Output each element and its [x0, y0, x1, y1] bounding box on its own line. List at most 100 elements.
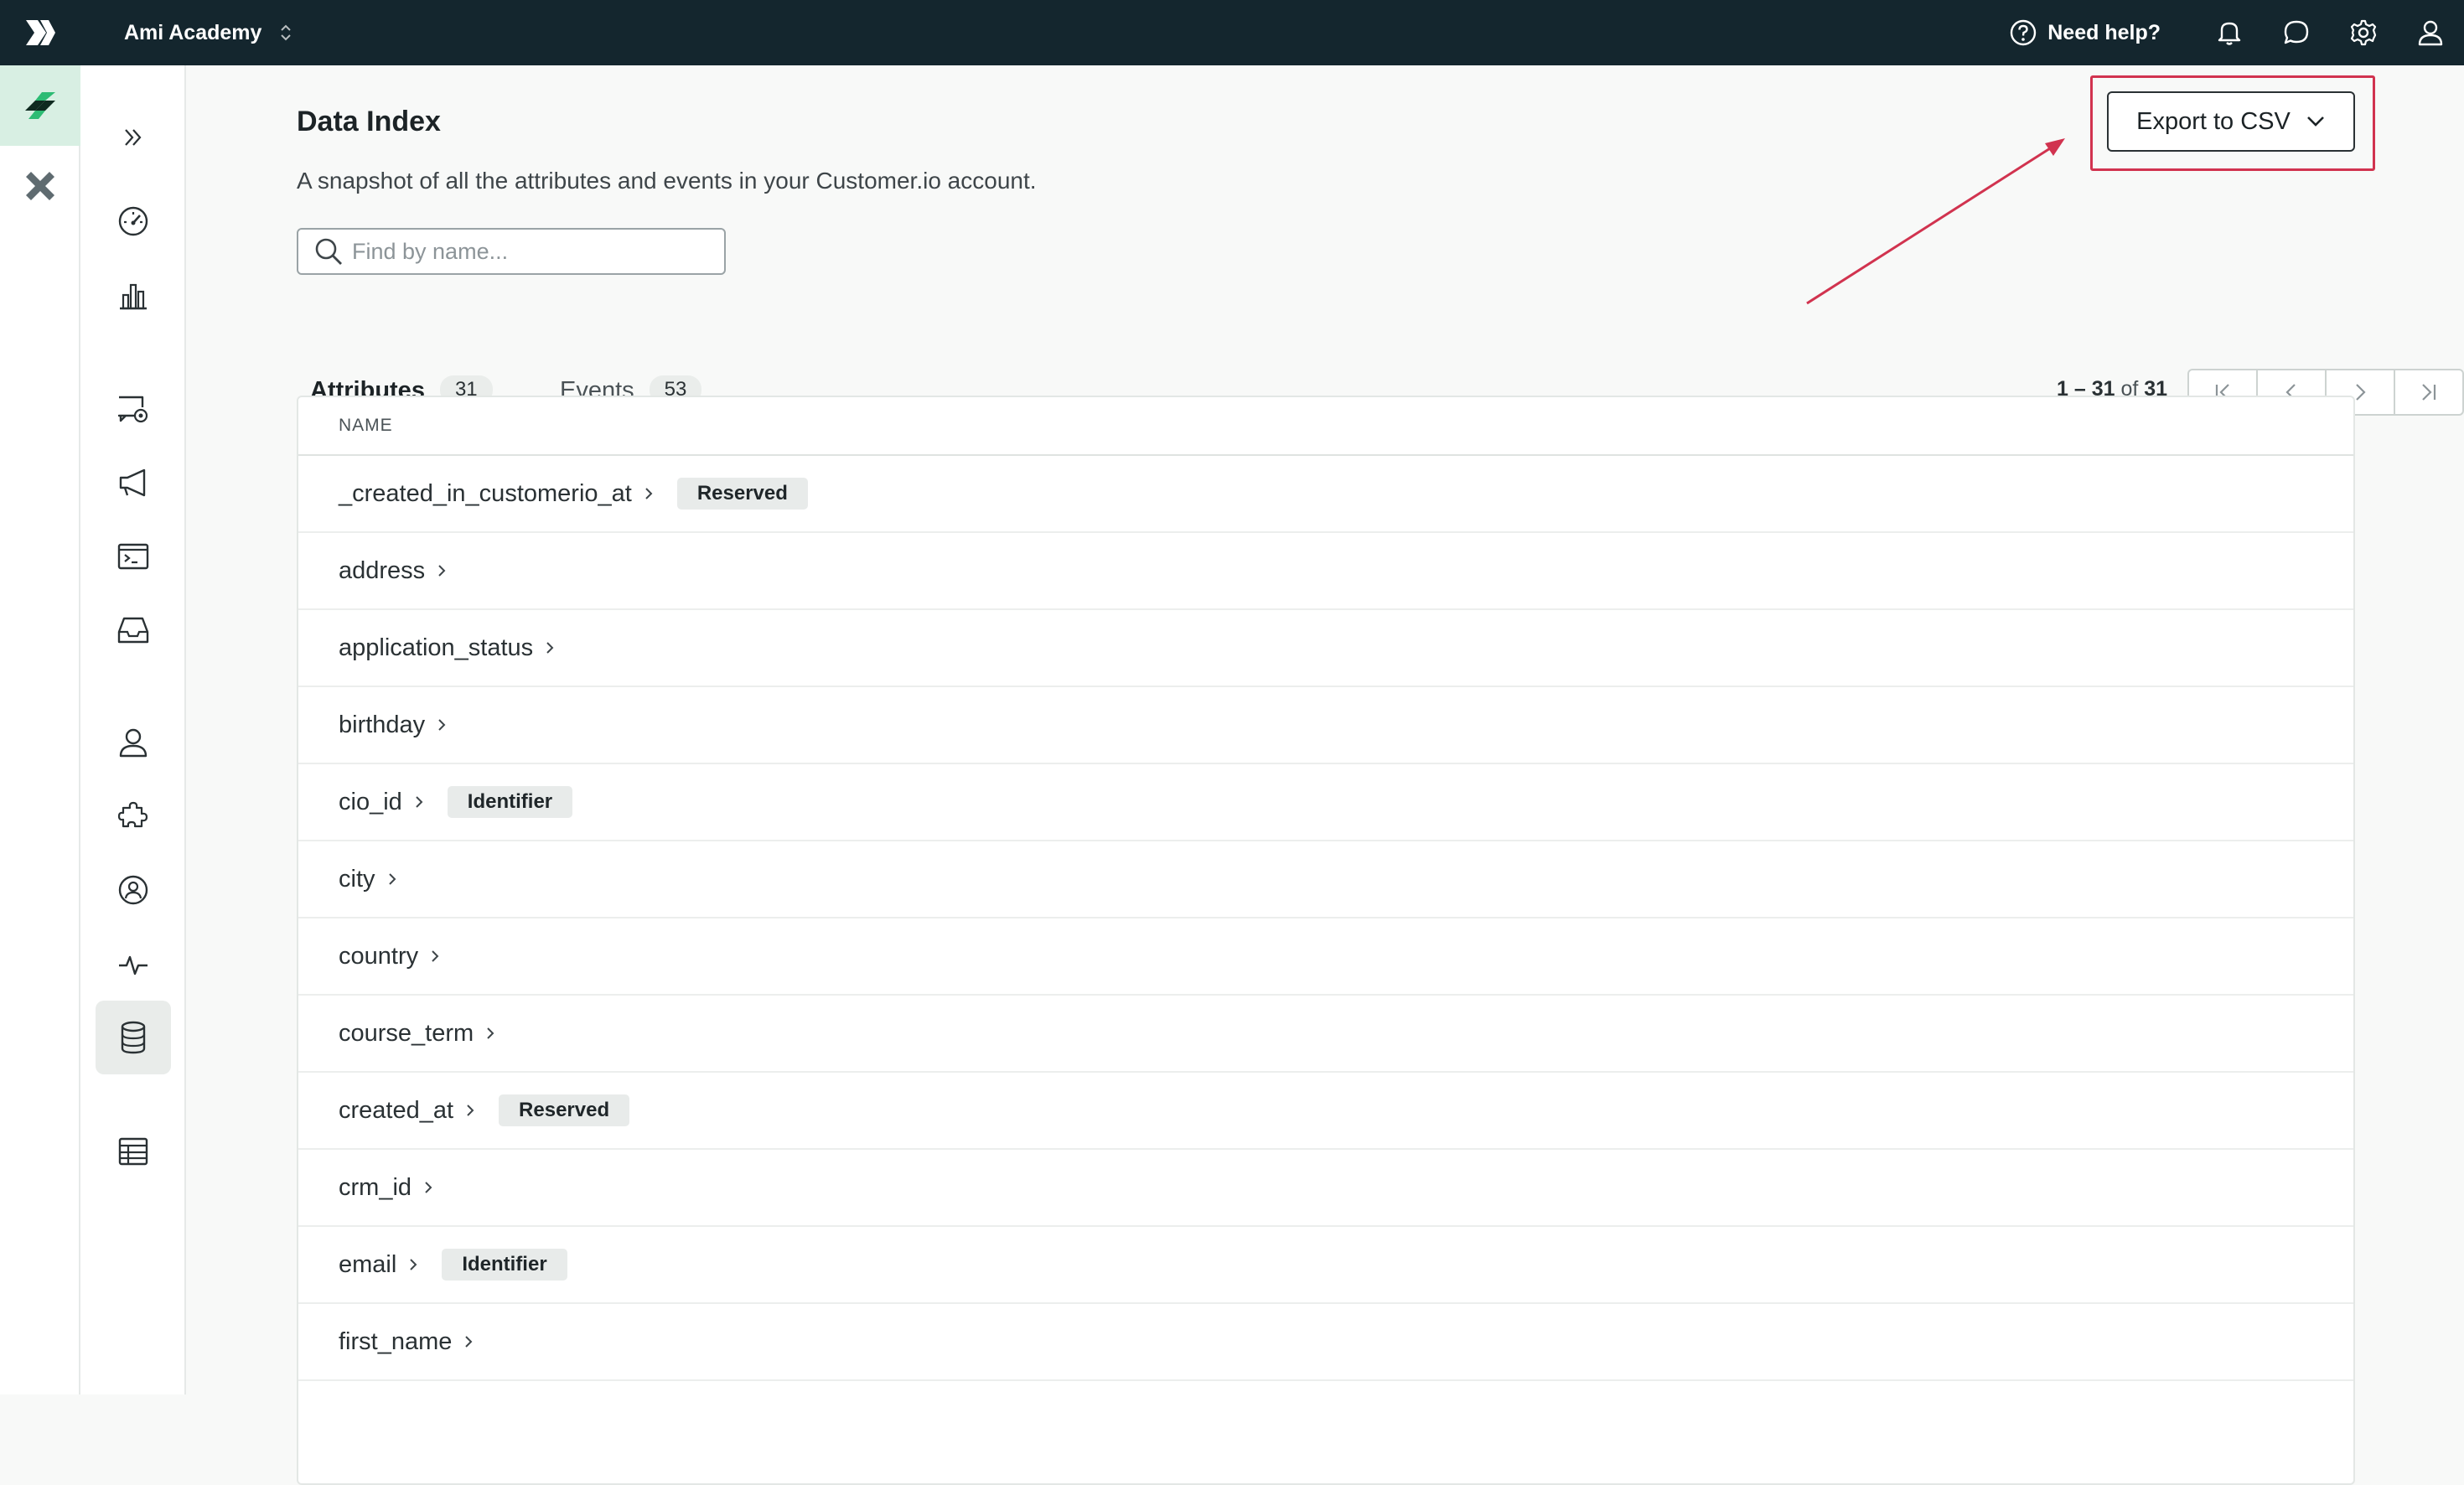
attribute-name: created_at [339, 1097, 453, 1125]
table-row[interactable]: first_name [298, 1304, 2353, 1381]
top-bar: Ami Academy Need help? [0, 0, 2464, 65]
gear-icon [2349, 18, 2378, 47]
table-row[interactable]: _created_in_customerio_at Reserved [298, 456, 2353, 533]
chevron-right-icon [644, 486, 654, 501]
person-icon [116, 726, 150, 759]
need-help-label: Need help? [2047, 21, 2161, 45]
attribute-name: course_term [339, 1020, 474, 1048]
pulse-icon [116, 947, 150, 981]
attribute-name: application_status [339, 634, 533, 662]
pipelines-product-button[interactable] [0, 146, 80, 226]
table-row[interactable]: crm_id [298, 1150, 2353, 1227]
pipelines-logo-icon [23, 168, 58, 204]
settings-button[interactable] [2330, 0, 2397, 65]
table-row[interactable]: birthday [298, 687, 2353, 764]
column-name-header: NAME [339, 416, 393, 436]
chevron-right-icon [423, 1180, 433, 1195]
table-row[interactable]: city [298, 841, 2353, 918]
main-content: Data Index A snapshot of all the attribu… [188, 65, 2464, 1394]
table-header: NAME [298, 397, 2353, 456]
table-body: _created_in_customerio_at Reserved address… [298, 456, 2353, 1381]
table-row[interactable]: cio_idIdentifier [298, 764, 2353, 841]
nav-campaigns[interactable] [96, 372, 171, 446]
top-right-actions: Need help? [2009, 0, 2464, 65]
user-circle-icon [116, 873, 150, 907]
attribute-badge: Identifier [442, 1249, 567, 1281]
chevron-right-icon [414, 794, 424, 810]
page-subtitle: A snapshot of all the attributes and eve… [297, 168, 1037, 194]
annotation-arrow [1805, 107, 2090, 305]
chevron-updown-icon [280, 23, 292, 43]
attribute-name: email [339, 1251, 396, 1279]
megaphone-icon [116, 466, 151, 499]
last-page-button[interactable] [2395, 370, 2462, 414]
puzzle-icon [116, 799, 150, 833]
chat-bubble-icon [2282, 18, 2311, 47]
terminal-icon [116, 540, 151, 573]
chevron-right-icon [430, 949, 440, 964]
search-box[interactable] [297, 228, 726, 275]
nav-broadcasts[interactable] [96, 446, 171, 520]
attributes-table: NAME _created_in_customerio_at Reserved ad… [297, 396, 2355, 1485]
app-logo-icon[interactable] [0, 0, 80, 65]
table-row[interactable]: address [298, 533, 2353, 610]
chevron-right-icon [387, 872, 397, 887]
attribute-name: first_name [339, 1328, 452, 1356]
bell-icon [2217, 19, 2242, 46]
need-help-button[interactable]: Need help? [2009, 18, 2161, 47]
double-chevron-right-icon [122, 126, 145, 149]
inbox-icon [116, 613, 151, 647]
nav-rail [80, 65, 186, 1394]
attribute-name: cio_id [339, 789, 402, 816]
product-rail [0, 65, 80, 1394]
nav-segments[interactable] [96, 853, 171, 927]
attribute-name: city [339, 866, 375, 893]
nav-analytics[interactable] [96, 258, 171, 332]
workspace-switcher[interactable]: Ami Academy [124, 21, 292, 45]
user-icon [2417, 18, 2444, 47]
table-row[interactable]: course_term [298, 996, 2353, 1073]
nav-deliveries[interactable] [96, 593, 171, 667]
last-page-icon [2418, 381, 2440, 403]
expand-nav-button[interactable] [96, 101, 171, 174]
attribute-badge: Reserved [677, 478, 808, 510]
chevron-right-icon [545, 640, 555, 655]
messages-button[interactable] [2263, 0, 2330, 65]
speedometer-icon [116, 204, 150, 238]
export-label: Export to CSV [2136, 108, 2291, 136]
attribute-name: birthday [339, 711, 425, 739]
chevron-right-icon [465, 1103, 475, 1118]
attribute-name: crm_id [339, 1174, 412, 1202]
search-input[interactable] [352, 239, 721, 265]
nav-integrations[interactable] [96, 779, 171, 853]
message-settings-icon [116, 392, 151, 426]
notifications-button[interactable] [2196, 0, 2263, 65]
table-icon [116, 1135, 150, 1168]
chevron-right-icon [485, 1026, 495, 1041]
chevron-right-icon [408, 1257, 418, 1272]
chevron-right-icon [463, 1334, 474, 1349]
account-button[interactable] [2397, 0, 2464, 65]
table-row[interactable]: email Identifier [298, 1227, 2353, 1304]
nav-transactional[interactable] [96, 520, 171, 593]
page-title: Data Index [297, 106, 441, 138]
nav-people[interactable] [96, 706, 171, 779]
table-row[interactable]: application_status [298, 610, 2353, 687]
attribute-name: _created_in_customerio_at [339, 480, 632, 508]
nav-objects[interactable] [96, 1115, 171, 1188]
journeys-logo-icon [22, 89, 59, 122]
table-row[interactable]: created_at Reserved [298, 1073, 2353, 1150]
attribute-badge: Reserved [499, 1094, 629, 1126]
question-circle-icon [2009, 18, 2037, 47]
search-icon [313, 236, 344, 266]
database-icon [117, 1020, 149, 1055]
chevron-down-icon [2306, 115, 2326, 128]
attribute-name: address [339, 557, 425, 585]
chevron-right-icon [437, 717, 447, 732]
nav-dashboard[interactable] [96, 184, 171, 258]
table-row[interactable]: country [298, 918, 2353, 996]
journeys-product-button[interactable] [0, 65, 80, 146]
nav-data-index[interactable] [96, 1001, 171, 1074]
nav-activity[interactable] [96, 927, 171, 1001]
export-to-csv-button[interactable]: Export to CSV [2107, 91, 2355, 152]
